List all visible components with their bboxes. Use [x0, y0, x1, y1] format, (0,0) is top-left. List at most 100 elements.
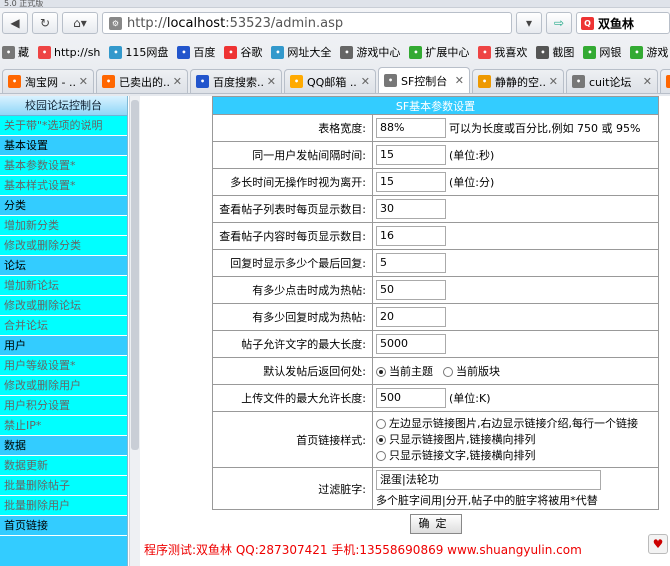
search-input[interactable]: Q 双鱼林 [576, 12, 670, 34]
tab-2[interactable]: • 百度搜索... ✕ [190, 69, 282, 93]
bookmark-11[interactable]: • 游戏 [630, 44, 668, 60]
link-style-label: 首页链接样式: [212, 411, 373, 468]
field-input[interactable]: 5000 [376, 334, 446, 354]
close-icon[interactable]: ✕ [361, 75, 370, 88]
field-input[interactable]: 16 [376, 226, 446, 246]
close-icon[interactable]: ✕ [267, 75, 276, 88]
sidebar-item[interactable]: 用户积分设置 [0, 396, 127, 416]
close-icon[interactable]: ✕ [173, 75, 182, 88]
field-label: 有多少点击时成为热帖: [212, 276, 373, 304]
bookmark-9[interactable]: • 截图 [536, 44, 574, 60]
sidebar-item[interactable]: 禁止IP* [0, 416, 127, 436]
back-arrow-icon: ◀ [10, 16, 20, 30]
back-button[interactable]: ◀ [2, 12, 28, 34]
radio-button[interactable] [376, 418, 386, 429]
sidebar-item[interactable]: 基本参数设置* [0, 156, 127, 176]
sidebar-menu: 关于带"*选项的说明 基本设置 基本参数设置* 基本样式设置* 分类 增加新分类 修改或删除… [0, 116, 127, 536]
radio-label: 只显示链接图片,链接横向排列 [389, 432, 536, 446]
dropdown-button[interactable]: ▾ [516, 12, 542, 34]
filter-words-input[interactable]: 混蛋|法轮功 [376, 469, 601, 490]
tab-4[interactable]: • SF控制台 ✕ [378, 67, 470, 93]
feedback-icon[interactable]: ♥ [648, 534, 668, 554]
home-button[interactable]: ⌂▾ [62, 12, 98, 34]
refresh-button[interactable]: ↻ [32, 12, 58, 34]
sidebar-item[interactable]: 用户等级设置* [0, 356, 127, 376]
tab-3[interactable]: • QQ邮箱 ... ✕ [284, 69, 376, 93]
navigation-bar: ◀ ↻ ⌂▾ ⚙ http://localhost:53523/admin.as… [0, 9, 670, 37]
sidebar-item[interactable]: 增加新分类 [0, 216, 127, 236]
sidebar-item[interactable]: 批量删除帖子 [0, 476, 127, 496]
radio-button[interactable] [376, 434, 386, 445]
sidebar-item[interactable]: 修改或删除分类 [0, 236, 127, 256]
field-input[interactable]: 5 [376, 253, 446, 273]
field-input[interactable]: 88% [376, 118, 446, 138]
radio-label: 左边显示链接图片,右边显示链接介绍,每行一个链接 [389, 416, 638, 430]
bookmark-label: 游戏 [646, 46, 669, 59]
form-row: 表格宽度: 88% 可以为长度或百分比,例如 750 或 95% [212, 114, 659, 142]
bookmark-6[interactable]: • 游戏中心 [340, 44, 400, 60]
form-row: 多长时间无操作时视为离开: 15 (单位:分) [212, 168, 659, 196]
tab-1[interactable]: • 已卖出的... ✕ [96, 69, 188, 93]
main-content: SF基本参数设置 表格宽度: 88% 可以为长度或百分比,例如 750 或 95% 同… [212, 96, 670, 534]
field-value-cell: 5000 [372, 330, 659, 358]
upload-hint: (单位:K) [449, 392, 491, 405]
sidebar-scrollbar[interactable] [129, 96, 140, 566]
field-input[interactable]: 15 [376, 145, 446, 165]
radio-button[interactable] [376, 450, 386, 461]
bookmark-7[interactable]: • 扩展中心 [409, 44, 469, 60]
bookmark-10[interactable]: • 网银 [583, 44, 621, 60]
sidebar-item[interactable]: 合并论坛 [0, 316, 127, 336]
link-style-option[interactable]: 左边显示链接图片,右边显示链接介绍,每行一个链接 [376, 416, 658, 432]
field-input[interactable]: 20 [376, 307, 446, 327]
sidebar-item[interactable]: 数据更新 [0, 456, 127, 476]
bookmark-2[interactable]: • 115网盘 [109, 44, 168, 60]
return-option[interactable]: 当前版块 [443, 365, 500, 378]
link-style-option[interactable]: 只显示链接图片,链接横向排列 [376, 432, 658, 448]
sidebar-item[interactable]: 修改或删除用户 [0, 376, 127, 396]
close-icon[interactable]: ✕ [549, 75, 558, 88]
field-input[interactable]: 15 [376, 172, 446, 192]
tab-label: cuit论坛 [589, 75, 632, 89]
tab-0[interactable]: • 淘宝网 - ... ✕ [2, 69, 94, 93]
field-input[interactable]: 50 [376, 280, 446, 300]
bookmark-8[interactable]: • 我喜欢 [478, 44, 527, 60]
screenshot-icon: • [536, 45, 550, 59]
sidebar-item[interactable]: 关于带"*选项的说明 [0, 116, 127, 136]
tab-label: 静静的空... [495, 75, 545, 89]
close-icon[interactable]: ✕ [455, 74, 464, 87]
bookmark-0[interactable]: • 藏 [2, 44, 29, 60]
paw-icon: • [196, 75, 209, 88]
link-style-option[interactable]: 只显示链接文字,链接横向排列 [376, 448, 658, 464]
bookmark-3[interactable]: • 百度 [177, 44, 215, 60]
radio-button[interactable] [443, 367, 453, 377]
settings-icon: • [572, 75, 585, 88]
sidebar-item[interactable]: 增加新论坛 [0, 276, 127, 296]
radio-button[interactable] [376, 367, 386, 377]
tab-5[interactable]: • 静静的空... ✕ [472, 69, 564, 93]
taobao-icon: • [102, 75, 115, 88]
bookmark-4[interactable]: • 谷歌 [224, 44, 262, 60]
sidebar-item[interactable]: 批量删除用户 [0, 496, 127, 516]
upload-size-input[interactable]: 500 [376, 388, 446, 408]
sidebar-item[interactable]: 基本样式设置* [0, 176, 127, 196]
go-button[interactable]: ⇨ [546, 12, 572, 34]
field-label: 多长时间无操作时视为离开: [212, 168, 373, 196]
submit-button[interactable]: 确定 [409, 514, 462, 534]
address-bar[interactable]: ⚙ http://localhost:53523/admin.asp [102, 12, 512, 34]
home-icon: ⌂▾ [73, 16, 87, 30]
close-icon[interactable]: ✕ [79, 75, 88, 88]
gamepad-icon: • [630, 45, 644, 59]
bookmark-5[interactable]: • 网址大全 [271, 44, 331, 60]
tab-7[interactable]: • [660, 69, 670, 93]
bookmark-label: 我喜欢 [494, 46, 528, 59]
sidebar-item[interactable]: 修改或删除论坛 [0, 296, 127, 316]
field-value-cell: 15 (单位:分) [372, 168, 659, 196]
scrollbar-thumb[interactable] [131, 100, 139, 450]
tab-6[interactable]: • cuit论坛 ✕ [566, 69, 658, 93]
sidebar-section-heading: 分类 [0, 196, 127, 216]
go-arrow-icon: ⇨ [553, 16, 565, 30]
field-input[interactable]: 30 [376, 199, 446, 219]
bookmark-1[interactable]: • http://sh [38, 45, 100, 59]
return-option[interactable]: 当前主题 [376, 365, 433, 378]
close-icon[interactable]: ✕ [643, 75, 652, 88]
